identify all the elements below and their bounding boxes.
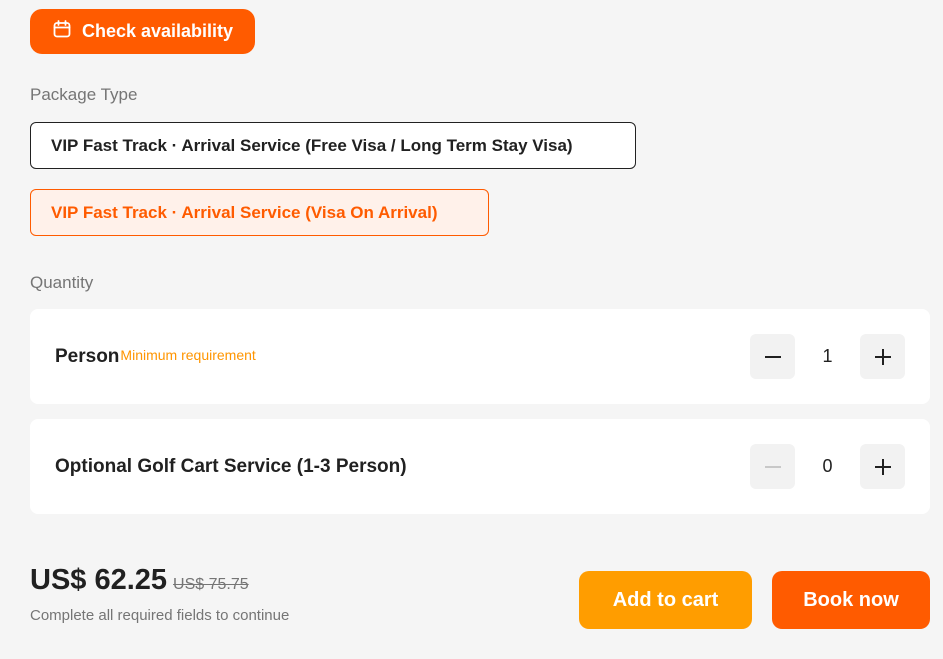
person-stepper: 1 [750, 334, 905, 379]
golf-cart-decrement-button[interactable] [750, 444, 795, 489]
minus-icon [764, 465, 781, 468]
person-increment-button[interactable] [860, 334, 905, 379]
package-option-visa-on-arrival[interactable]: VIP Fast Track · Arrival Service (Visa O… [30, 189, 489, 236]
booking-panel: Check availability Package Type VIP Fast… [0, 0, 943, 659]
check-availability-button[interactable]: Check availability [30, 9, 255, 54]
package-type-label: Package Type [30, 85, 138, 104]
original-price: US$ 75.75 [173, 576, 249, 593]
add-to-cart-button[interactable]: Add to cart [579, 571, 752, 629]
golf-cart-increment-button[interactable] [860, 444, 905, 489]
package-option-free-visa[interactable]: VIP Fast Track · Arrival Service (Free V… [30, 122, 636, 169]
plus-icon [874, 458, 891, 475]
quantity-label: Quantity [30, 273, 94, 292]
quantity-item-title: Person [55, 345, 120, 367]
price-block: US$ 62.25 US$ 75.75 [30, 564, 249, 597]
minimum-requirement-note: Minimum requirement [120, 346, 256, 363]
package-option-label: VIP Fast Track · Arrival Service (Free V… [51, 135, 573, 155]
book-now-button[interactable]: Book now [772, 571, 930, 629]
golf-cart-stepper: 0 [750, 444, 905, 489]
required-fields-note: Complete all required fields to continue [30, 607, 290, 624]
person-quantity-value: 1 [822, 346, 833, 366]
quantity-item-title: Optional Golf Cart Service (1-3 Person) [55, 455, 407, 477]
quantity-row-golf-cart: Optional Golf Cart Service (1-3 Person) … [30, 419, 930, 514]
package-option-label: VIP Fast Track · Arrival Service (Visa O… [51, 202, 438, 222]
quantity-row-person: Person Minimum requirement 1 [30, 309, 930, 404]
plus-icon [874, 348, 891, 365]
calendar-icon [52, 19, 72, 44]
current-price: US$ 62.25 [30, 564, 168, 596]
check-availability-label: Check availability [81, 21, 234, 41]
person-decrement-button[interactable] [750, 334, 795, 379]
golf-cart-quantity-value: 0 [822, 456, 833, 476]
minus-icon [764, 355, 781, 358]
